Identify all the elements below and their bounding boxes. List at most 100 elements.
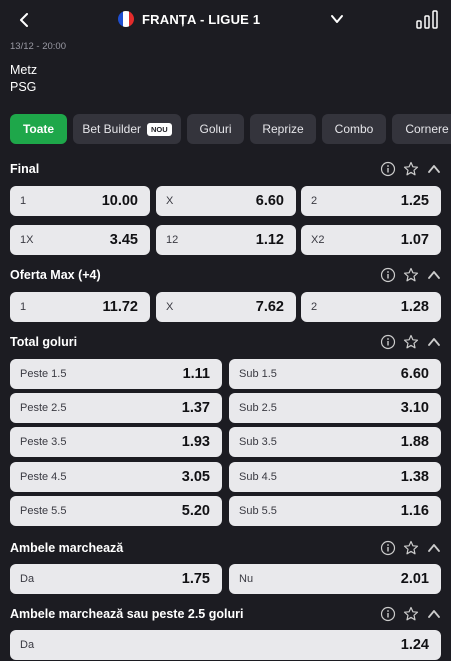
filter-goluri[interactable]: Goluri	[187, 114, 244, 144]
top-bar: FRANȚA - LIGUE 1	[0, 0, 451, 40]
chevron-up-icon[interactable]	[423, 160, 445, 178]
odd-label: Peste 2.5	[20, 402, 67, 414]
odd-value: 5.20	[181, 503, 210, 519]
odd-label: Sub 1.5	[239, 368, 277, 380]
odd-button[interactable]: Peste 5.5 5.20	[10, 496, 222, 526]
odd-button[interactable]: Sub 3.5 1.88	[229, 427, 441, 457]
odd-label: Sub 2.5	[239, 402, 277, 414]
odd-label: Peste 1.5	[20, 368, 67, 380]
odd-value: 1.12	[255, 232, 284, 248]
odd-label: X2	[311, 234, 325, 246]
odd-label: Nu	[239, 573, 254, 585]
star-icon[interactable]	[400, 539, 422, 557]
star-icon[interactable]	[400, 605, 422, 623]
odd-button[interactable]: 12 1.12	[156, 225, 296, 255]
odd-button[interactable]: Da 1.24	[10, 630, 441, 660]
odd-button[interactable]: Peste 2.5 1.37	[10, 393, 222, 423]
star-icon[interactable]	[400, 160, 422, 178]
odd-button[interactable]: 1 10.00	[10, 186, 150, 216]
section-title-oferta-max: Oferta Max (+4)	[10, 268, 101, 282]
odd-value: 1.88	[400, 434, 429, 450]
section-actions	[377, 160, 446, 178]
odd-label: Da	[20, 573, 35, 585]
odd-label: Peste 4.5	[20, 471, 67, 483]
filter-label: Reprize	[262, 122, 304, 136]
odd-button[interactable]: X 6.60	[156, 186, 296, 216]
odd-button[interactable]: Sub 4.5 1.38	[229, 462, 441, 492]
odd-value: 11.72	[102, 299, 139, 315]
info-icon[interactable]	[377, 539, 399, 557]
home-team: Metz	[10, 63, 38, 77]
odd-label: 2	[311, 301, 318, 313]
odd-label: Peste 5.5	[20, 505, 67, 517]
odd-value: 10.00	[101, 193, 138, 209]
league-selector[interactable]: FRANȚA - LIGUE 1	[118, 9, 260, 29]
chevron-up-icon[interactable]	[423, 266, 445, 284]
odd-label: 2	[311, 195, 318, 207]
odd-value: 7.62	[255, 299, 284, 315]
section-actions	[377, 266, 446, 284]
filter-toate[interactable]: Toate	[10, 114, 67, 144]
odd-button[interactable]: 2 1.28	[301, 292, 441, 322]
odd-label: Sub 5.5	[239, 505, 277, 517]
section-title-total-goluri: Total goluri	[10, 335, 78, 349]
section-title-final: Final	[10, 162, 40, 176]
odd-button[interactable]: Peste 3.5 1.93	[10, 427, 222, 457]
filter-reprize[interactable]: Reprize	[250, 114, 316, 144]
odd-button[interactable]: Peste 4.5 3.05	[10, 462, 222, 492]
chevron-up-icon[interactable]	[423, 333, 445, 351]
bar-chart-icon[interactable]	[415, 9, 439, 29]
odd-value: 3.05	[181, 469, 210, 485]
filter-combo[interactable]: Combo	[322, 114, 386, 144]
info-icon[interactable]	[377, 605, 399, 623]
odd-label: Sub 3.5	[239, 436, 277, 448]
chevron-up-icon[interactable]	[423, 605, 445, 623]
odd-label: 1	[20, 301, 27, 313]
odd-button[interactable]: 2 1.25	[301, 186, 441, 216]
odd-value: 1.07	[400, 232, 429, 248]
odd-button[interactable]: Da 1.75	[10, 564, 222, 594]
star-icon[interactable]	[400, 266, 422, 284]
odd-value: 3.45	[109, 232, 138, 248]
odd-value: 1.75	[181, 571, 210, 587]
info-icon[interactable]	[377, 160, 399, 178]
new-badge: NOU	[147, 122, 172, 136]
filter-cornere[interactable]: Cornere	[392, 114, 451, 144]
odd-button[interactable]: Sub 2.5 3.10	[229, 393, 441, 423]
odd-button[interactable]: 1 11.72	[10, 292, 150, 322]
odd-label: Da	[20, 639, 35, 651]
filter-label: Cornere	[405, 122, 449, 136]
info-icon[interactable]	[377, 266, 399, 284]
section-actions	[377, 605, 446, 623]
odd-button[interactable]: Nu 2.01	[229, 564, 441, 594]
odd-button[interactable]: 1X 3.45	[10, 225, 150, 255]
chevron-up-icon[interactable]	[423, 539, 445, 557]
filter-bet-builder[interactable]: Bet Builder NOU	[73, 114, 181, 144]
info-icon[interactable]	[377, 333, 399, 351]
filter-label: Bet Builder	[82, 122, 142, 136]
odd-value: 1.16	[400, 503, 429, 519]
odd-button[interactable]: Peste 1.5 1.11	[10, 359, 222, 389]
odd-value: 2.01	[400, 571, 429, 587]
odd-label: X	[166, 195, 174, 207]
france-flag-icon	[118, 11, 134, 27]
odd-button[interactable]: X2 1.07	[301, 225, 441, 255]
odd-label: 1	[20, 195, 27, 207]
odd-value: 1.37	[181, 400, 210, 416]
odd-label: Sub 4.5	[239, 471, 277, 483]
filter-label: Toate	[22, 122, 55, 136]
odd-value: 1.28	[400, 299, 429, 315]
page-title: FRANȚA - LIGUE 1	[142, 11, 261, 27]
odd-value: 1.11	[182, 366, 210, 382]
chevron-down-icon[interactable]	[329, 11, 345, 27]
market-filter-bar: Toate Bet Builder NOU Goluri Reprize Comb…	[10, 114, 451, 144]
odd-button[interactable]: Sub 1.5 6.60	[229, 359, 441, 389]
odd-button[interactable]: X 7.62	[156, 292, 296, 322]
odd-value: 1.25	[400, 193, 429, 209]
odd-label: 12	[166, 234, 179, 246]
section-actions	[377, 539, 446, 557]
chevron-left-icon[interactable]	[14, 10, 34, 30]
star-icon[interactable]	[400, 333, 422, 351]
section-title-ambele-sau-peste: Ambele marchează sau peste 2.5 goluri	[10, 607, 244, 621]
odd-button[interactable]: Sub 5.5 1.16	[229, 496, 441, 526]
